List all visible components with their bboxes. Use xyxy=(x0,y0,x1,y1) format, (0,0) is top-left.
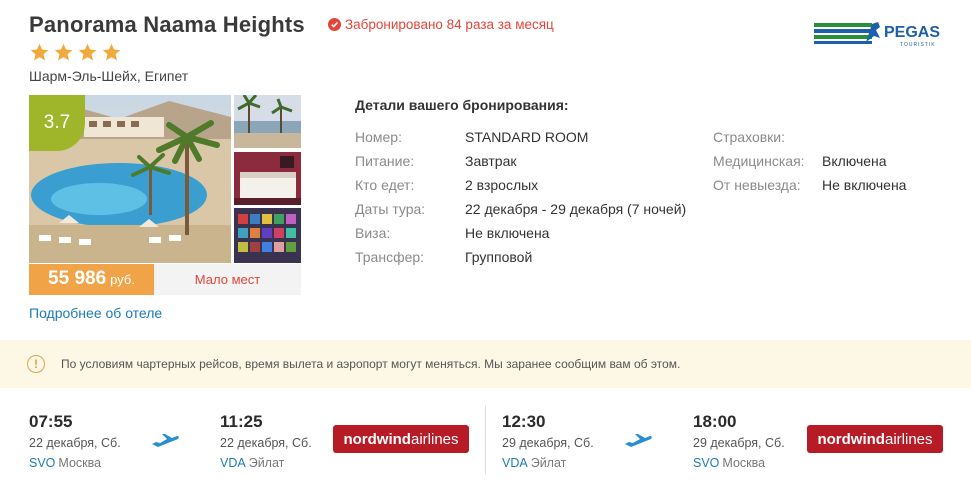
detail-value-cancellation: Не включена xyxy=(822,177,907,193)
detail-row-travelers: Кто едет: xyxy=(355,177,414,193)
hotel-details-link[interactable]: Подробнее об отеле xyxy=(29,305,162,321)
flight-2-departure-time: 12:30 xyxy=(502,412,546,431)
detail-label: Кто едет: xyxy=(355,177,415,193)
airport-city: Эйлат xyxy=(248,456,285,470)
detail-row-visa: Виза: xyxy=(355,225,390,241)
star-icon xyxy=(30,43,49,61)
svg-text:PEGAS: PEGAS xyxy=(884,24,940,41)
airport-code: SVO xyxy=(693,456,720,470)
price-amount: 55 986 xyxy=(48,268,107,289)
star-rating xyxy=(29,42,122,63)
thumb-photo-shop[interactable] xyxy=(234,208,301,263)
flight-2-departure-airport: VDA Эйлат xyxy=(502,456,566,470)
plane-icon xyxy=(625,434,652,447)
detail-label: Виза: xyxy=(355,225,391,241)
flight-2-airline-logo: nordwind airlines xyxy=(807,425,943,453)
detail-value-dates: 22 декабря - 29 декабря (7 ночей) xyxy=(465,201,687,217)
booked-badge: Забронировано 84 раза за месяц xyxy=(328,17,554,32)
flight-1-arrival-time: 11:25 xyxy=(220,412,263,431)
plane-icon xyxy=(152,434,179,447)
detail-value-transfer: Групповой xyxy=(465,249,533,265)
hotel-location: Шарм-Эль-Шейх, Египет xyxy=(29,68,189,84)
detail-label: Медицинская: xyxy=(713,153,805,169)
warning-icon: ! xyxy=(27,355,45,373)
detail-row-dates: Даты тура: xyxy=(355,201,425,217)
airport-city: Москва xyxy=(722,456,766,470)
flight-1-departure-date: 22 декабря, Сб. xyxy=(29,436,121,450)
notice-text: По условиям чартерных рейсов, время выле… xyxy=(61,357,681,371)
thumb-photo-beach[interactable] xyxy=(234,95,301,148)
detail-value-visa: Не включена xyxy=(465,225,550,241)
star-icon xyxy=(54,43,73,61)
detail-label: От невыезда: xyxy=(713,177,801,193)
rating-badge: 3.7 xyxy=(29,95,85,151)
airport-city: Москва xyxy=(58,456,102,470)
flight-1-departure-airport: SVO Москва xyxy=(29,456,101,470)
detail-row-cancellation: От невыезда: xyxy=(713,177,801,193)
airport-code: VDA xyxy=(502,456,528,470)
booked-text: Забронировано 84 раза за месяц xyxy=(345,17,554,32)
detail-label: Страховки: xyxy=(713,129,785,145)
detail-row-transfer: Трансфер: xyxy=(355,249,424,265)
flight-1-arrival-airport: VDA Эйлат xyxy=(220,456,284,470)
flight-2-arrival-time: 18:00 xyxy=(693,412,737,431)
pegas-logo: PEGAS TOURISTIK xyxy=(814,18,942,48)
star-icon xyxy=(78,43,97,61)
flight-1-departure-time: 07:55 xyxy=(29,412,73,431)
price-tag: 55 986 руб. xyxy=(29,264,154,295)
detail-row-meals: Питание: xyxy=(355,153,414,169)
hotel-main-photo[interactable]: 3.7 xyxy=(29,95,231,263)
detail-row-room: Номер: xyxy=(355,129,402,145)
airline-name-bold: nordwind xyxy=(343,430,411,448)
airline-name-bold: nordwind xyxy=(817,430,885,448)
detail-value-room: STANDARD ROOM xyxy=(465,129,589,145)
flight-1-arrival-date: 22 декабря, Сб. xyxy=(220,436,312,450)
flight-2-departure-date: 29 декабря, Сб. xyxy=(502,436,594,450)
detail-value-medical: Включена xyxy=(822,153,887,169)
flight-1-airline-logo: nordwind airlines xyxy=(333,425,469,453)
detail-value-meals: Завтрак xyxy=(465,153,517,169)
detail-value-travelers: 2 взрослых xyxy=(465,177,539,193)
charter-notice: ! По условиям чартерных рейсов, время вы… xyxy=(0,340,971,388)
booking-details-title: Детали вашего бронирования: xyxy=(355,97,569,113)
hotel-gallery[interactable]: 3.7 55 986 руб. Мало мест xyxy=(29,95,301,295)
star-icon xyxy=(102,43,121,61)
detail-label: Питание: xyxy=(355,153,415,169)
airline-name-rest: airlines xyxy=(884,430,933,448)
flight-2-arrival-airport: SVO Москва xyxy=(693,456,765,470)
flight-divider xyxy=(485,406,486,474)
airport-code: SVO xyxy=(29,456,56,470)
hotel-name: Panorama Naama Heights xyxy=(29,12,305,37)
flight-2-arrival-date: 29 декабря, Сб. xyxy=(693,436,785,450)
check-icon xyxy=(328,18,341,31)
price-currency: руб. xyxy=(110,272,135,287)
detail-label: Трансфер: xyxy=(355,249,425,265)
airport-city: Эйлат xyxy=(530,456,567,470)
detail-label: Даты тура: xyxy=(355,201,426,217)
airport-code: VDA xyxy=(220,456,246,470)
airline-name-rest: airlines xyxy=(410,430,459,448)
detail-row-insurance: Страховки: xyxy=(713,129,785,145)
detail-label: Номер: xyxy=(355,129,402,145)
availability-label: Мало мест xyxy=(154,264,301,295)
thumb-photo-room[interactable] xyxy=(234,152,301,205)
detail-row-medical: Медицинская: xyxy=(713,153,805,169)
svg-text:TOURISTIK: TOURISTIK xyxy=(900,42,936,48)
